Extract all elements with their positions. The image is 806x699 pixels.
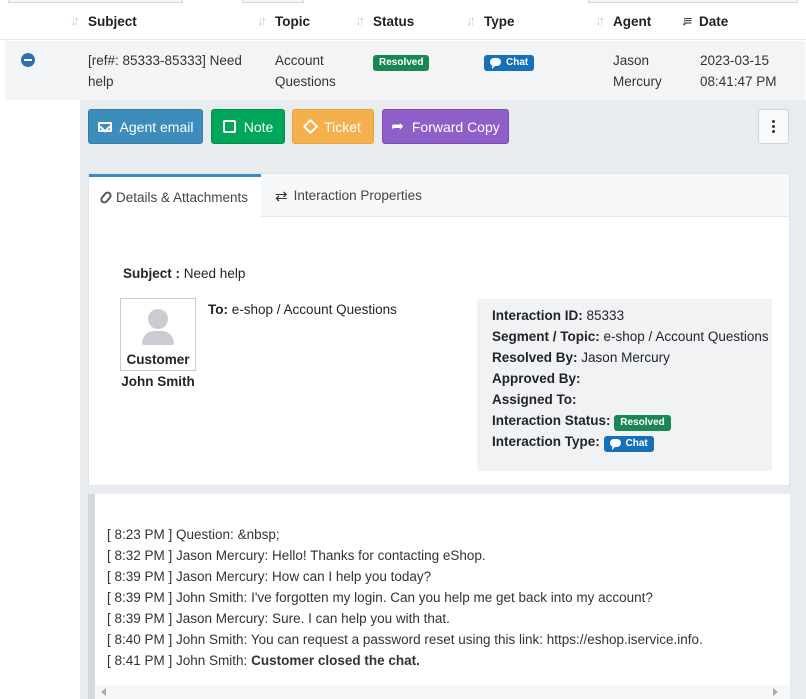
type-badge: Chat — [484, 55, 535, 71]
to-line: To: e-shop / Account Questions — [208, 302, 397, 317]
subject-line: Subject : Need help — [123, 266, 246, 281]
forward-copy-button[interactable]: ➦ Forward Copy — [382, 109, 509, 144]
share-icon: ➦ — [391, 117, 404, 135]
transcript-line: [ 8:32 PM ] Jason Mercury: Hello! Thanks… — [107, 548, 486, 563]
user-icon-body — [142, 331, 174, 345]
tag-icon — [302, 118, 319, 135]
row-agent: Jason Mercury — [613, 53, 662, 89]
more-options-button[interactable] — [758, 109, 789, 144]
prop-segment-topic: Segment / Topic: e-shop / Account Questi… — [492, 329, 769, 344]
table-row[interactable]: [ref#: 85333-85333] Need help Account Qu… — [5, 41, 805, 100]
header-date[interactable]: ↓≡ Date — [681, 12, 728, 30]
sort-desc-icon: ↓≡ — [681, 13, 692, 28]
dot — [772, 120, 775, 123]
row-topic: Account Questions — [275, 53, 336, 89]
type-badge: Chat — [603, 436, 654, 452]
prop-approved-by: Approved By: — [492, 371, 581, 386]
agent-email-button[interactable]: Agent email — [88, 109, 203, 144]
collapse-icon[interactable] — [21, 53, 35, 67]
prop-resolved-by: Resolved By: Jason Mercury — [492, 350, 670, 365]
transcript-line: [ 8:39 PM ] Jason Mercury: How can I hel… — [107, 569, 432, 584]
sort-icon: ↓↑ — [355, 13, 365, 28]
header-topic[interactable]: ↓↑ Topic — [257, 12, 310, 30]
customer-name: John Smith — [121, 374, 195, 389]
user-icon — [148, 309, 168, 329]
status-badge: Resolved — [614, 415, 671, 431]
scroll-right-icon[interactable] — [773, 688, 778, 696]
sort-icon: ↓↑ — [466, 13, 476, 28]
sort-icon: ↓↑ — [70, 13, 80, 28]
interaction-properties-box: Interaction ID: 85333 Segment / Topic: e… — [477, 299, 772, 471]
tab-details-attachments[interactable]: Details & Attachments — [89, 174, 261, 218]
prop-status: Interaction Status: Resolved — [492, 410, 671, 431]
note-button[interactable]: Note — [211, 109, 285, 144]
table-header: ↓↑ Subject ↓↑ Topic ↓↑ Status ↓↑ Type ↓↑… — [0, 4, 806, 40]
avatar: Customer — [120, 298, 196, 371]
details-card: Details & Attachments ⇄ Interaction Prop… — [88, 173, 790, 486]
row-subject: [ref#: 85333-85333] Need help — [88, 53, 242, 89]
chat-icon — [609, 439, 621, 450]
paperclip-icon — [98, 189, 114, 206]
header-type[interactable]: ↓↑ Type — [466, 12, 515, 30]
status-badge: Resolved — [373, 55, 430, 71]
customer-role: Customer — [126, 352, 190, 367]
exchange-icon: ⇄ — [275, 187, 288, 205]
transcript-line: [ 8:41 PM ] John Smith: Customer closed … — [107, 653, 420, 668]
transcript-line: [ 8:40 PM ] John Smith: You can request … — [107, 632, 703, 647]
chat-icon — [490, 58, 501, 69]
envelope-icon — [97, 121, 112, 132]
tab-bar: Details & Attachments ⇄ Interaction Prop… — [89, 174, 789, 218]
chat-transcript: [ 8:23 PM ] Question: &nbsp; [ 8:32 PM ]… — [88, 494, 790, 699]
top-tab-edge — [242, 0, 304, 3]
detail-panel: Agent email Note Ticket ➦ Forward Copy D… — [80, 100, 806, 699]
dot — [772, 125, 775, 128]
header-subject[interactable]: ↓↑ Subject — [70, 12, 137, 30]
transcript-line: [ 8:39 PM ] John Smith: I've forgotten m… — [107, 590, 653, 605]
transcript-line: [ 8:39 PM ] Jason Mercury: Sure. I can h… — [107, 611, 450, 626]
prop-type: Interaction Type: Chat — [492, 431, 654, 452]
ticket-button[interactable]: Ticket — [292, 109, 374, 144]
row-date: 2023-03-15 08:41:47 PM — [700, 53, 777, 89]
row-type: Chat — [484, 50, 535, 71]
scroll-left-icon[interactable] — [101, 688, 106, 696]
horizontal-scrollbar[interactable] — [95, 685, 790, 699]
top-tab-edge — [8, 0, 183, 3]
transcript-line: [ 8:23 PM ] Question: &nbsp; — [107, 527, 280, 542]
sort-icon: ↓↑ — [257, 13, 267, 28]
dot — [772, 130, 775, 133]
prop-assigned-to: Assigned To: — [492, 392, 577, 407]
header-agent[interactable]: ↓↑ Agent — [595, 12, 651, 30]
tab-interaction-properties[interactable]: ⇄ Interaction Properties — [275, 174, 422, 217]
top-tab-edge — [588, 0, 798, 3]
edit-icon — [222, 120, 236, 133]
row-status: Resolved — [373, 50, 430, 71]
sort-icon: ↓↑ — [595, 13, 605, 28]
header-status[interactable]: ↓↑ Status — [355, 12, 414, 30]
prop-interaction-id: Interaction ID: 85333 — [492, 308, 625, 323]
